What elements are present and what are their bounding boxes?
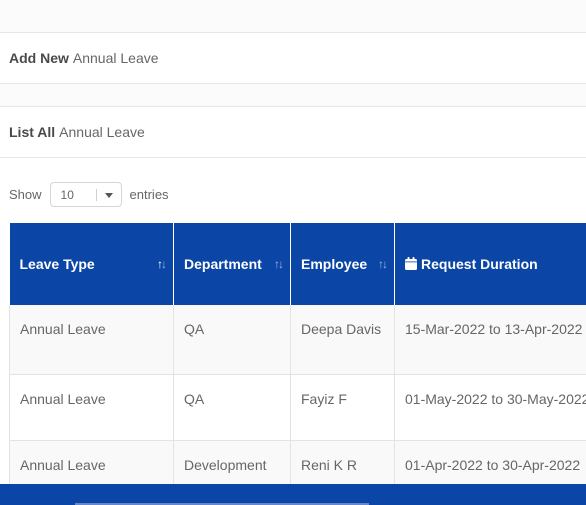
column-header-leave-type[interactable]: Leave Type ↑↓ <box>9 223 174 305</box>
cell-department: QA <box>173 305 291 375</box>
leave-table: Leave Type ↑↓ Department ↑↓ Employee ↑↓ … <box>9 223 586 485</box>
entries-length-control: Show 10 entries <box>9 181 169 208</box>
list-all-title: Annual Leave <box>59 124 145 140</box>
table-row[interactable]: Annual Leave QA Deepa Davis 15-Mar-2022 … <box>9 305 586 375</box>
column-header-label: Department <box>184 256 262 272</box>
cell-leave-type: Annual Leave <box>9 374 174 441</box>
cell-request-duration: 15-Mar-2022 to 13-Apr-2022 <box>394 305 586 375</box>
cell-leave-type: Annual Leave <box>9 440 174 485</box>
cell-employee: Fayiz F <box>290 374 395 441</box>
column-header-label: Leave Type <box>19 256 95 272</box>
select-divider <box>95 189 97 201</box>
cell-request-duration: 01-May-2022 to 30-May-2022 <box>394 374 586 441</box>
cell-leave-type: Annual Leave <box>9 305 174 375</box>
calendar-icon <box>405 257 417 270</box>
add-new-title: Annual Leave <box>72 50 159 66</box>
column-header-request-duration[interactable]: Request Duration ↑↓ <box>394 223 586 305</box>
entries-select-value: 10 <box>60 187 74 202</box>
sort-icon: ↑↓ <box>274 257 284 271</box>
add-new-label: Add New <box>9 50 69 66</box>
cell-employee: Reni K R <box>290 440 395 485</box>
add-new-panel-header[interactable]: Add New Annual Leave <box>0 32 586 84</box>
entries-label: entries <box>129 187 169 202</box>
show-label: Show <box>9 187 42 202</box>
table-row[interactable]: Annual Leave Development Reni K R 01-Apr… <box>9 440 586 485</box>
column-header-department[interactable]: Department ↑↓ <box>173 223 291 305</box>
cell-request-duration: 01-Apr-2022 to 30-Apr-2022 <box>394 440 586 485</box>
cell-employee: Deepa Davis <box>290 305 395 375</box>
table-row[interactable]: Annual Leave QA Fayiz F 01-May-2022 to 3… <box>9 374 586 441</box>
cell-department: Development <box>173 440 291 485</box>
table-footer-bar <box>0 484 586 505</box>
table-header-row: Leave Type ↑↓ Department ↑↓ Employee ↑↓ … <box>9 223 586 305</box>
list-all-panel-header[interactable]: List All Annual Leave <box>0 106 586 158</box>
column-header-label: Employee <box>301 256 368 272</box>
sort-ascending-icon: ↑↓ <box>157 257 167 271</box>
list-all-label: List All <box>9 124 56 140</box>
chevron-down-icon <box>104 193 113 198</box>
sort-icon: ↑↓ <box>378 257 388 271</box>
column-header-employee[interactable]: Employee ↑↓ <box>290 223 395 305</box>
entries-select[interactable]: 10 <box>49 182 122 207</box>
cell-department: QA <box>173 374 291 441</box>
column-header-label: Request Duration <box>421 256 538 272</box>
